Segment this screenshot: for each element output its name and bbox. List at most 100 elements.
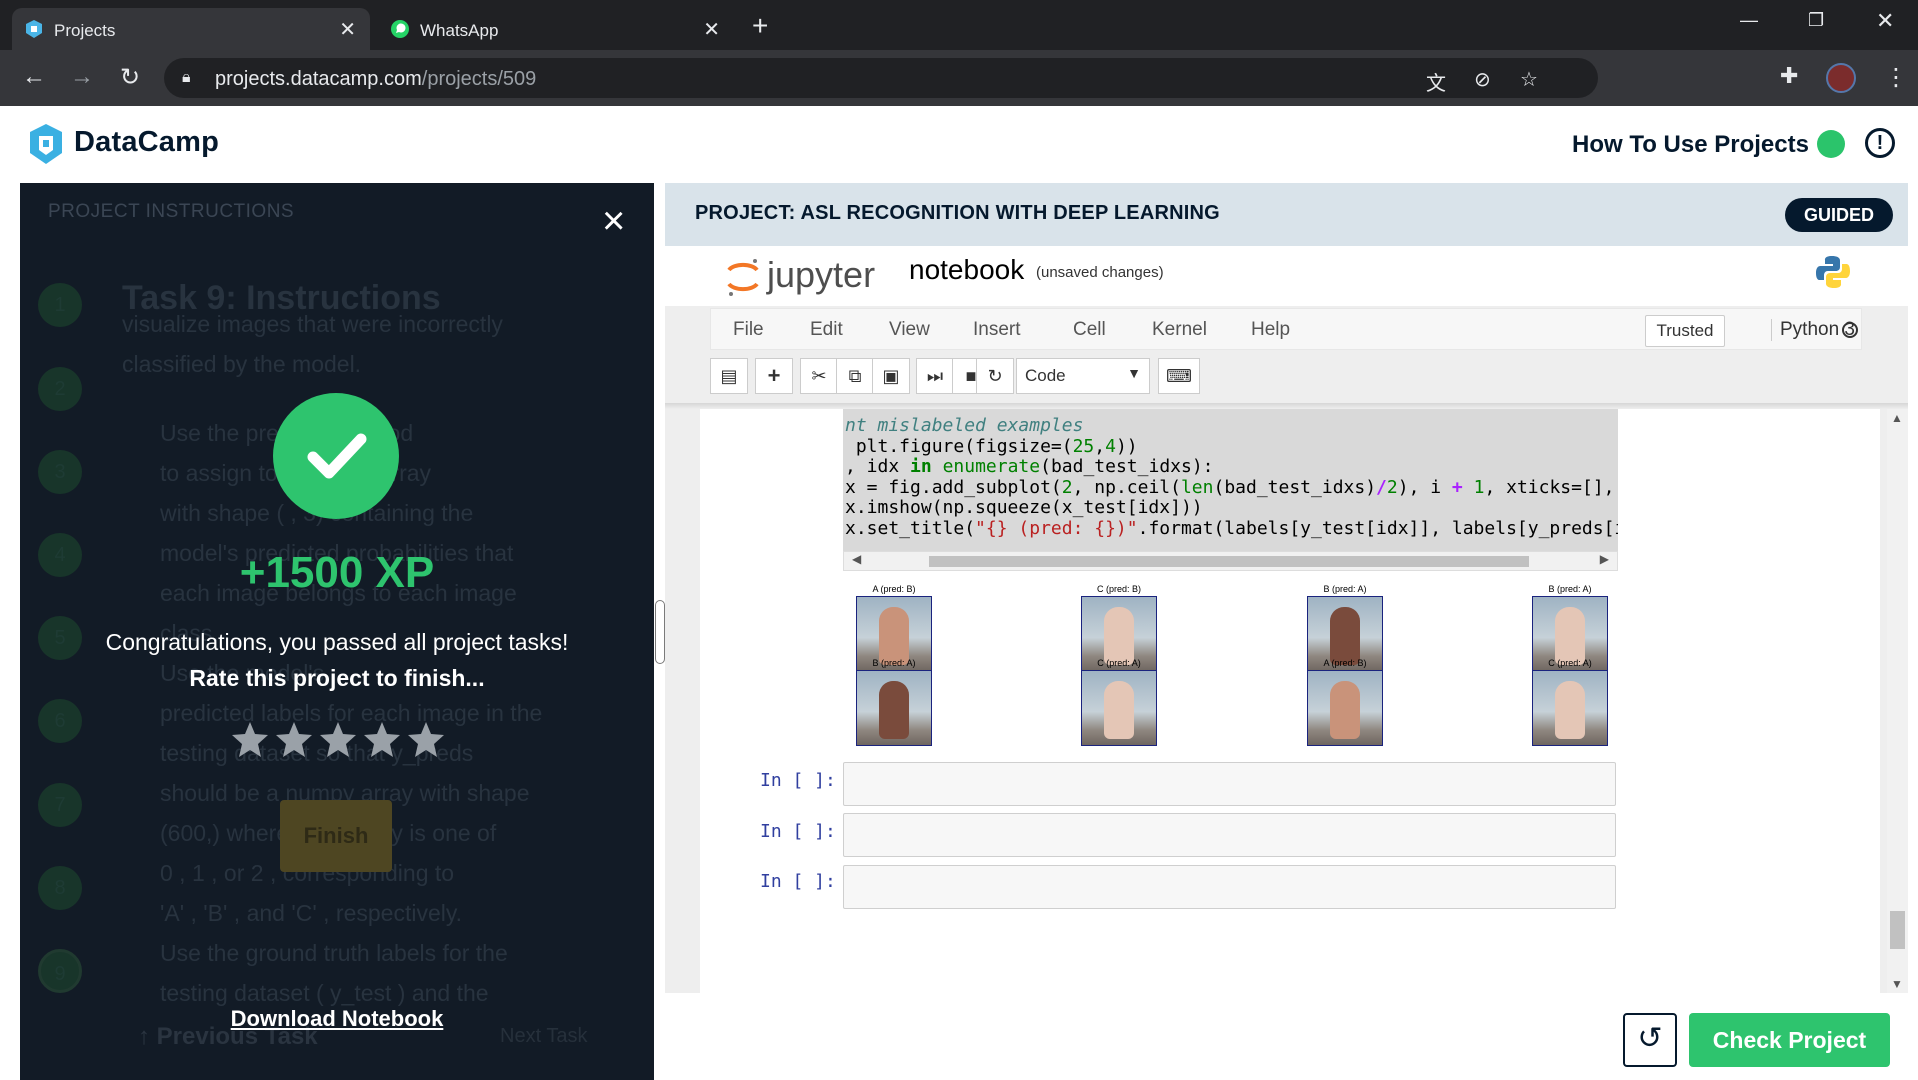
star-icon[interactable] [318,720,358,760]
menu-help[interactable]: Help [1251,319,1290,341]
reset-button[interactable]: ↺ [1623,1013,1677,1067]
cell-type-value: Code [1025,366,1066,385]
minimize-icon[interactable]: — [1740,10,1758,31]
scroll-down-icon[interactable]: ▼ [1891,977,1903,991]
bookmark-star-icon[interactable]: ☆ [1520,67,1538,92]
subplot-image [1081,670,1157,746]
star-icon[interactable] [362,720,402,760]
menu-view[interactable]: View [889,319,930,341]
hand-sign [1104,607,1134,665]
scrollbar-thumb[interactable] [1890,911,1905,949]
address-bar[interactable]: 🔒︎ projects.datacamp.com/projects/509 文 … [164,58,1598,98]
alert-icon[interactable]: ! [1865,128,1895,158]
subplot-title: A (pred: B) [1323,658,1367,668]
jupyter-menubar: File Edit View Insert Cell Kernel Help T… [710,308,1862,350]
horizontal-scrollbar[interactable]: ◀ ▶ [843,551,1618,571]
empty-code-cell[interactable] [843,813,1616,857]
jupyter-logo-text[interactable]: jupyter [767,254,875,296]
close-icon[interactable]: × [602,201,625,241]
download-notebook-link[interactable]: Download Notebook [20,1006,654,1032]
cell-prompt: In [ ]: [760,770,836,791]
translate-icon[interactable]: 文 [1426,67,1446,96]
success-check-icon [273,393,399,519]
cell-prompt: In [ ]: [760,871,836,892]
url-path: /projects/509 [421,68,537,90]
restore-icon[interactable]: ❐ [1808,10,1824,31]
tracking-icon[interactable]: ⊘ [1474,67,1491,92]
resize-handle[interactable] [655,600,665,664]
code-cell-input[interactable]: nt mislabeled examples plt.figure(figsiz… [843,409,1618,551]
finish-button[interactable]: Finish [280,800,392,872]
code-line: plt.figure(figsize=(25,4)) [845,436,1138,457]
congrats-modal: × +1500 XP Congratulations, you passed a… [20,183,654,1080]
datacamp-logo-icon[interactable] [28,123,64,165]
datacamp-logo-text[interactable]: DataCamp [74,126,219,159]
project-panel: PROJECT: ASL RECOGNITION WITH DEEP LEARN… [665,183,1908,1080]
empty-code-cell[interactable] [843,762,1616,806]
url-host: projects.datacamp.com [215,68,422,90]
cell-prompt: In [ ]: [760,821,836,842]
jupyter-logo-icon[interactable] [725,256,761,298]
close-window-icon[interactable]: ✕ [1876,8,1894,34]
keyboard-icon[interactable]: ⌨ [1158,358,1200,394]
menu-kernel[interactable]: Kernel [1152,319,1207,341]
python-logo-icon [1816,256,1850,288]
code-line: nt mislabeled examples [845,415,1083,436]
close-tab-icon[interactable]: ✕ [339,17,356,42]
subplot-image [856,670,932,746]
restart-icon[interactable]: ↻ [976,358,1014,394]
hand-sign [879,607,909,665]
star-rating [230,720,450,764]
hand-sign [879,681,909,739]
scroll-up-icon[interactable]: ▲ [1891,411,1903,425]
scrollbar-thumb[interactable] [929,556,1529,567]
star-icon[interactable] [274,720,314,760]
hand-sign [1330,681,1360,739]
back-icon[interactable]: ← [22,63,46,91]
trusted-indicator[interactable]: Trusted [1645,315,1725,347]
cell-type-select[interactable]: Code ▼ [1016,358,1150,394]
scroll-right-icon[interactable]: ▶ [1600,552,1609,566]
profile-avatar[interactable] [1826,63,1856,93]
code-line: x.imshow(np.squeeze(x_test[idx])) [845,497,1203,518]
new-tab-icon[interactable]: + [752,10,768,42]
hand-sign [1555,607,1585,665]
close-tab-icon[interactable]: ✕ [703,17,720,42]
forward-icon[interactable]: → [70,63,94,91]
save-status: (unsaved changes) [1036,264,1164,281]
extensions-icon[interactable]: ✚ [1780,63,1798,89]
notebook-name[interactable]: notebook [909,254,1024,286]
empty-code-cell[interactable] [843,865,1616,909]
menu-insert[interactable]: Insert [973,319,1021,341]
star-icon[interactable] [230,720,270,760]
code-line: x.set_title("{} (pred: {})".format(label… [845,518,1618,539]
scroll-left-icon[interactable]: ◀ [852,552,861,566]
lock-icon[interactable]: 🔒︎ [182,69,191,87]
plus-icon[interactable]: + [755,358,793,394]
url-text: projects.datacamp.com/projects/509 [215,68,536,91]
cut-icon[interactable]: ✂ [800,358,838,394]
copy-icon[interactable]: ⧉ [836,358,874,394]
menu-edit[interactable]: Edit [810,319,843,341]
notebook-cells: nt mislabeled examples plt.figure(figsiz… [700,409,1880,993]
kernel-status-icon [1842,322,1858,338]
guided-badge: GUIDED [1785,198,1893,232]
menu-file[interactable]: File [733,319,764,341]
tab-title: WhatsApp [420,21,499,40]
star-icon[interactable] [406,720,446,760]
project-footer: ↺ Check Project [665,993,1908,1080]
tab-projects[interactable]: Projects ✕ [12,8,370,50]
vertical-scrollbar[interactable]: ▲ ▼ [1887,409,1908,993]
browser-menu-icon[interactable]: ⋮ [1884,63,1908,92]
how-to-use-projects-link[interactable]: How To Use Projects [1572,131,1809,159]
save-icon[interactable]: ▤ [710,358,748,394]
run-icon[interactable]: ⏭ [916,358,954,394]
jupyter-notebook: jupyter notebook (unsaved changes) File … [665,246,1908,1080]
browser-toolbar: ← → ↻ 🔒︎ projects.datacamp.com/projects/… [0,50,1918,106]
menu-cell[interactable]: Cell [1073,319,1106,341]
code-line: , idx in enumerate(bad_test_idxs): [845,456,1214,477]
tab-whatsapp[interactable]: WhatsApp ✕ [378,8,734,50]
reload-icon[interactable]: ↻ [120,63,140,92]
check-project-button[interactable]: Check Project [1689,1013,1890,1067]
paste-icon[interactable]: ▣ [872,358,910,394]
